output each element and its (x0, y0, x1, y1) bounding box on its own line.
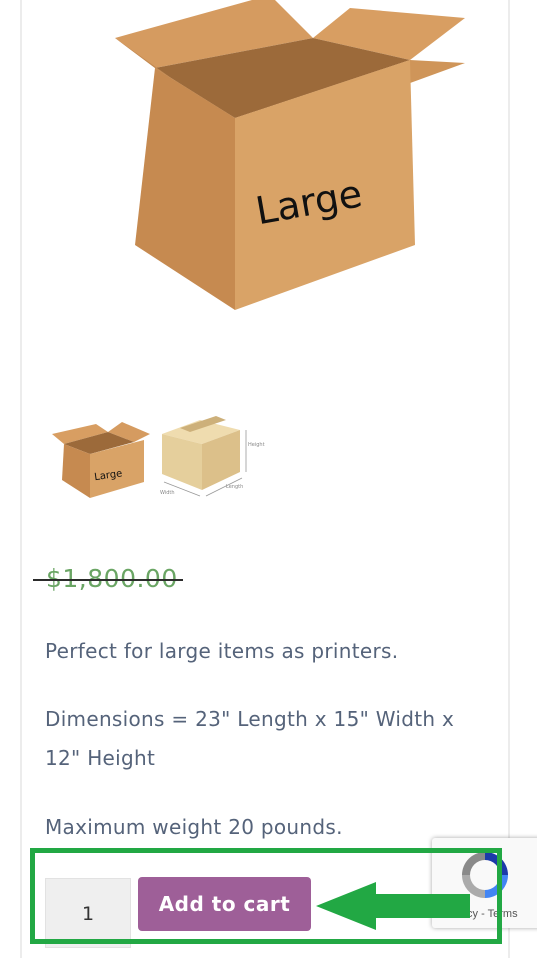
length-label: Length (226, 484, 243, 490)
product-description-1: Perfect for large items as printers. (45, 639, 399, 663)
product-description-3: 12" Height (45, 746, 156, 770)
price-strikethrough (33, 579, 183, 581)
height-label: Height (248, 442, 265, 448)
thumbnail-dimensions-box[interactable]: Height Width Length (154, 412, 268, 500)
width-label: Width (160, 490, 175, 496)
highlight-box (30, 848, 502, 944)
product-description-4: Maximum weight 20 pounds. (45, 815, 343, 839)
thumbnail-large-box[interactable]: Large (46, 418, 152, 500)
product-main-image[interactable]: Large (55, 0, 475, 320)
product-description-2: Dimensions = 23" Length x 15" Width x (45, 707, 455, 731)
